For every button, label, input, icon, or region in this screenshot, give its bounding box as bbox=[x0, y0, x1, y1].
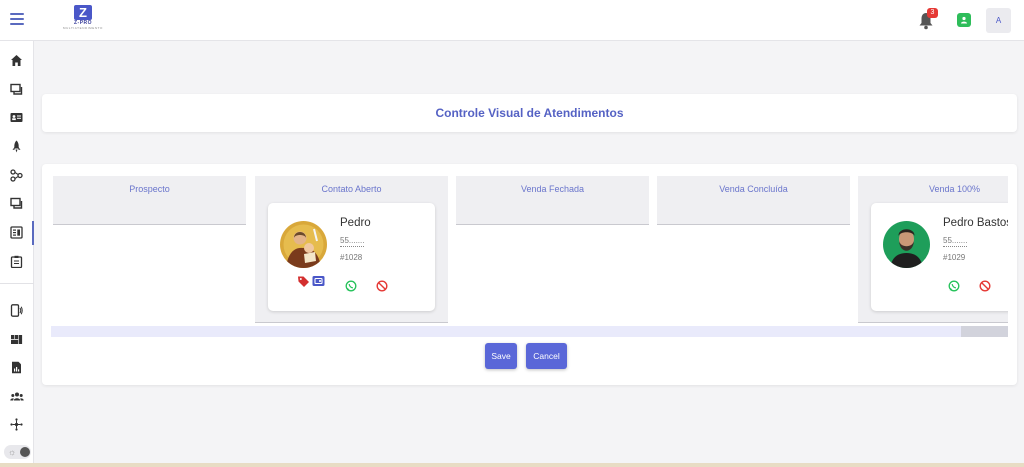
ticket-tags bbox=[297, 275, 327, 287]
users-group-icon bbox=[10, 392, 24, 401]
bottom-strip bbox=[0, 463, 1024, 467]
contact-phone: 55....... bbox=[340, 236, 365, 247]
contact-card-icon bbox=[10, 113, 23, 122]
block-icon[interactable] bbox=[979, 280, 991, 292]
rocket-icon bbox=[12, 140, 21, 153]
dashboard-icon bbox=[11, 335, 23, 344]
sidebar-item-flows[interactable] bbox=[0, 164, 34, 188]
save-button[interactable]: Save bbox=[485, 343, 517, 369]
lane-title: Venda 100% bbox=[928, 184, 981, 194]
ticket-id: #1028 bbox=[340, 253, 363, 262]
theme-toggle[interactable]: ☼ bbox=[4, 445, 31, 459]
board-columns: Prospecto Contato Aberto Pedro 55.......… bbox=[53, 176, 1008, 324]
sidebar-item-chats[interactable] bbox=[0, 78, 34, 102]
lane-prospecto: Prospecto bbox=[53, 176, 246, 225]
ticket-card[interactable]: Pedro 55....... #1028 bbox=[268, 203, 435, 311]
sidebar-item-dashboard[interactable] bbox=[0, 328, 34, 352]
sidebar-item-integrations[interactable] bbox=[0, 413, 34, 437]
cancel-button[interactable]: Cancel bbox=[526, 343, 567, 369]
kanban-board: Prospecto Contato Aberto Pedro 55.......… bbox=[42, 164, 1017, 385]
lane-venda-100: Venda 100% Pedro Bastos 55....... #1029 bbox=[858, 176, 1008, 323]
title-card: Controle Visual de Atendimentos bbox=[42, 94, 1017, 132]
menu-icon[interactable] bbox=[10, 13, 24, 25]
tag-icon bbox=[298, 276, 309, 287]
notification-badge: 3 bbox=[927, 8, 938, 18]
whatsapp-icon[interactable] bbox=[345, 280, 357, 292]
app-logo[interactable]: Z Z-PRO MULTIATENDIMENTO bbox=[60, 5, 106, 35]
sidebar-item-connections[interactable] bbox=[0, 299, 34, 323]
sidebar-item-campaigns[interactable] bbox=[0, 135, 34, 159]
horizontal-scrollbar[interactable] bbox=[51, 326, 1008, 337]
home-icon bbox=[11, 55, 22, 66]
whatsapp-icon[interactable] bbox=[948, 280, 960, 292]
sun-icon: ☼ bbox=[8, 447, 17, 457]
scrollbar-thumb[interactable] bbox=[961, 326, 1008, 337]
sidebar-item-tasks[interactable] bbox=[0, 250, 34, 274]
sidebar-item-messages[interactable] bbox=[0, 192, 34, 216]
sidebar-item-contacts[interactable] bbox=[0, 106, 34, 130]
page-title: Controle Visual de Atendimentos bbox=[435, 106, 624, 120]
contact-name: Pedro Bastos bbox=[943, 217, 1008, 229]
contact-phone: 55....... bbox=[943, 236, 968, 247]
sidebar-item-users[interactable] bbox=[0, 385, 34, 409]
logo-subtitle: MULTIATENDIMENTO bbox=[63, 26, 103, 30]
contact-add-icon[interactable] bbox=[957, 13, 971, 27]
ticket-id: #1029 bbox=[943, 253, 966, 262]
ticket-card[interactable]: Pedro Bastos 55....... #1029 bbox=[871, 203, 1008, 311]
network-icon bbox=[10, 418, 23, 431]
sidebar-item-home[interactable] bbox=[0, 49, 34, 73]
kanban-icon bbox=[10, 226, 23, 239]
clipboard-icon bbox=[10, 255, 23, 268]
phone-signal-icon bbox=[10, 304, 23, 317]
lane-title: Venda Concluída bbox=[719, 184, 788, 194]
block-icon[interactable] bbox=[376, 280, 388, 292]
flow-icon bbox=[10, 169, 23, 182]
contact-name: Pedro bbox=[340, 217, 371, 229]
lane-title: Contato Aberto bbox=[321, 184, 382, 194]
lane-venda-fechada: Venda Fechada bbox=[456, 176, 649, 225]
chat-icon bbox=[10, 83, 23, 95]
contact-avatar bbox=[883, 221, 930, 268]
lane-venda-concluida: Venda Concluída bbox=[657, 176, 850, 225]
logo-mark: Z bbox=[74, 5, 92, 20]
sidebar-divider bbox=[0, 283, 34, 284]
toggle-knob bbox=[20, 447, 30, 457]
top-bar: Z Z-PRO MULTIATENDIMENTO 3 A bbox=[0, 0, 1024, 41]
lane-title: Venda Fechada bbox=[520, 184, 585, 194]
sidebar-item-kanban[interactable] bbox=[0, 221, 34, 245]
contact-avatar bbox=[280, 221, 327, 268]
lane-contato-aberto: Contato Aberto Pedro 55....... #1028 bbox=[255, 176, 448, 323]
sidebar: ☼ bbox=[0, 41, 34, 467]
user-avatar[interactable]: A bbox=[986, 8, 1011, 33]
report-icon bbox=[12, 361, 21, 374]
messages-icon bbox=[10, 197, 23, 209]
lane-title: Prospecto bbox=[129, 184, 170, 194]
wallet-icon bbox=[312, 276, 325, 286]
sidebar-item-reports[interactable] bbox=[0, 356, 34, 380]
